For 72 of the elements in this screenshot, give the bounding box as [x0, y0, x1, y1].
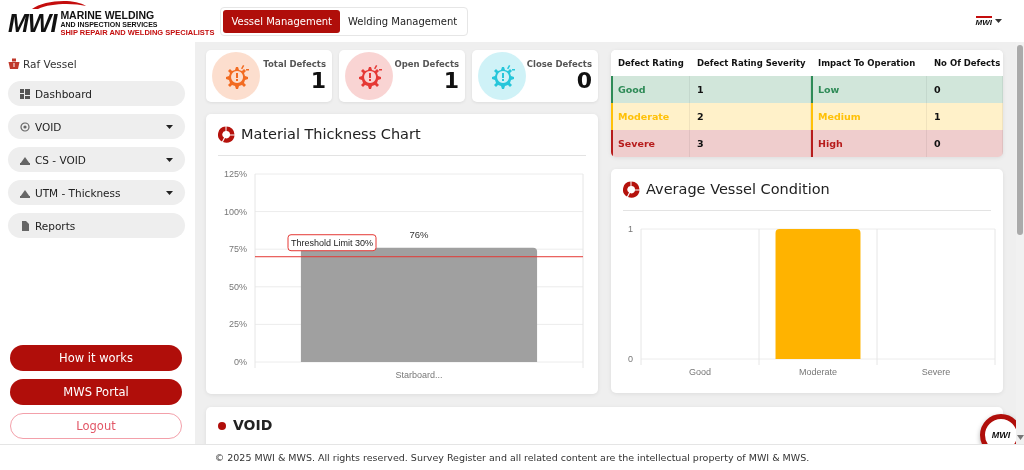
axis-tick-label: 100% [223, 206, 247, 217]
grid-icon [20, 88, 30, 99]
scroll-down-icon[interactable] [1016, 435, 1024, 440]
ref-line-label: Threshold Limit 30% [290, 238, 374, 249]
stat-value: 1 [443, 68, 459, 94]
table-cell: High [818, 138, 843, 149]
axis-tick-label: 75% [229, 244, 247, 255]
caret-icon [995, 18, 1002, 24]
chart-title: Average Vessel Condition [646, 181, 830, 197]
stat-label: Close Defects [526, 58, 592, 69]
stat-value: 0 [576, 68, 592, 94]
column-header: Defect Rating [617, 57, 685, 70]
axis-category-label: Good [689, 367, 711, 377]
table-cell: 3 [697, 138, 704, 149]
sidebar-item[interactable]: Reports [8, 213, 185, 238]
logo-mark: MWI [8, 8, 57, 38]
table-cell: 0 [934, 138, 941, 149]
stat-label: Open Defects [394, 58, 459, 69]
table-cell: Medium [818, 111, 861, 122]
axis-tick-label: 50% [229, 281, 247, 292]
sidebar-item[interactable]: Dashboard [8, 81, 185, 106]
table-cell: Severe [618, 138, 656, 149]
chart-logo-icon [218, 125, 235, 143]
stat-value: 1 [310, 68, 326, 94]
caret-icon [166, 124, 173, 129]
table-cell: 1 [934, 111, 941, 122]
table-cell: 1 [697, 84, 704, 95]
document-icon [20, 220, 30, 231]
chart-title: Material Thickness Chart [241, 126, 421, 142]
column-header: Defect Rating Severity [696, 57, 807, 70]
stat-label: Total Defects [263, 58, 326, 69]
axis-tick-label: 0 [628, 354, 633, 364]
table-cell: Low [818, 84, 840, 95]
sidebar-item[interactable]: CS - VOID [8, 147, 185, 172]
gear-warning-icon [478, 52, 526, 100]
bar-value-label: 76% [409, 228, 429, 240]
sidebar-button[interactable]: How it works [10, 345, 182, 371]
axis-category-label: Starboard... [395, 370, 443, 380]
column-header: No Of Defects [933, 57, 1002, 70]
sidebar-button[interactable]: Logout [10, 413, 182, 439]
caret-icon [166, 190, 173, 195]
axis-tick-label: 25% [229, 319, 247, 330]
scrollbar-thumb[interactable] [1017, 45, 1023, 235]
axis-tick-label: 1 [628, 224, 633, 234]
chart-logo-icon [623, 180, 640, 198]
vessel-name: Raf Vessel [23, 58, 77, 70]
gear-warning-icon [212, 52, 260, 100]
table-cell: 2 [697, 111, 704, 122]
column-header: Impact To Operation [817, 57, 917, 70]
sidebar-item[interactable]: UTM - Thickness [8, 180, 185, 205]
company-name: MARINE WELDING [60, 10, 156, 21]
axis-category-label: Moderate [799, 367, 837, 377]
gear-warning-icon [345, 52, 393, 100]
bullet-icon [218, 422, 226, 430]
help-button[interactable]: MWI [980, 414, 1016, 444]
axis-tick-label: 125% [223, 169, 247, 179]
axis-tick-label: 0% [234, 357, 247, 367]
target-icon [20, 121, 30, 132]
table-cell: 0 [934, 84, 941, 95]
boat-icon [8, 58, 20, 70]
footer-text: © 2025 MWI & MWS. All rights reserved. Survey Register and all related content are the intellectual property of MWI & MWS. [214, 452, 810, 463]
threshold-label: Threshold Limit 30% [287, 234, 377, 252]
table-cell: Moderate [618, 111, 670, 122]
section-title: VOID [233, 417, 273, 433]
table-cell: Good [618, 84, 646, 95]
sidebar-button[interactable]: MWS Portal [10, 379, 182, 405]
axis-category-label: Severe [921, 367, 951, 377]
caret-icon [166, 157, 173, 162]
logo-swoosh-icon [30, 0, 88, 9]
nav-tab[interactable]: Vessel Management [223, 9, 341, 33]
user-menu[interactable]: MWI [975, 15, 1002, 27]
sidebar-item[interactable]: VOID [8, 114, 185, 139]
